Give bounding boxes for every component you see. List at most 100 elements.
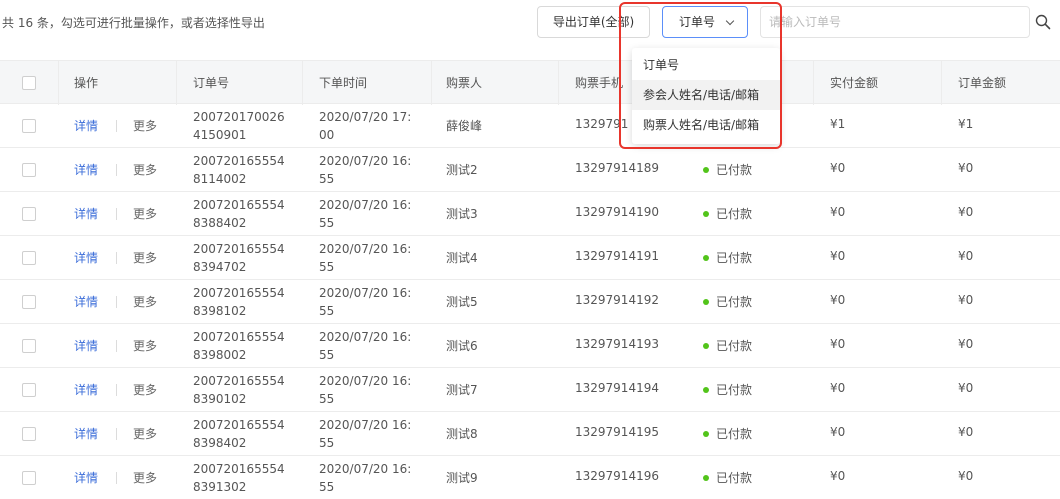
column-divider	[302, 61, 303, 105]
select-all-checkbox[interactable]	[22, 76, 36, 90]
detail-link[interactable]: 详情	[74, 117, 98, 134]
order-number: 200720165554 8390102	[193, 372, 285, 408]
dropdown-option-buyer[interactable]: 购票人姓名/电话/邮箱	[632, 110, 780, 140]
search-field-select[interactable]: 订单号	[662, 6, 748, 38]
order-time-line2: 55	[319, 172, 335, 186]
order-number: 200720165554 8398402	[193, 416, 285, 452]
more-link[interactable]: 更多	[133, 249, 157, 266]
search-field-dropdown: 订单号 参会人姓名/电话/邮箱 购票人姓名/电话/邮箱	[632, 48, 780, 144]
column-divider	[941, 61, 942, 105]
order-time: 2020/07/20 16: 55	[319, 328, 411, 364]
action-divider	[116, 208, 117, 220]
status-dot-icon	[703, 387, 709, 393]
order-time-line2: 55	[319, 304, 335, 318]
order-number-line2: 8398402	[193, 436, 247, 450]
paid-amount: ¥0	[830, 161, 846, 175]
row-checkbox[interactable]	[22, 207, 36, 221]
column-divider	[58, 61, 59, 105]
order-number-line2: 8114002	[193, 172, 247, 186]
search-icon[interactable]	[1035, 14, 1051, 30]
buyer-phone: 13297914191	[575, 249, 659, 263]
order-time-line1: 2020/07/20 16:	[319, 462, 412, 476]
order-number: 200720165554 8398002	[193, 328, 285, 364]
order-number: 200720165554 8394702	[193, 240, 285, 276]
order-amount: ¥0	[958, 425, 974, 439]
action-divider	[116, 252, 117, 264]
more-link[interactable]: 更多	[133, 117, 157, 134]
order-amount: ¥1	[958, 117, 974, 131]
detail-link[interactable]: 详情	[74, 381, 98, 398]
chevron-down-icon	[725, 16, 735, 26]
order-number-line2: 8388402	[193, 216, 247, 230]
order-amount: ¥0	[958, 249, 974, 263]
order-number-line1: 200720165554	[193, 374, 285, 388]
order-number: 200720170026 4150901	[193, 108, 285, 144]
order-amount: ¥0	[958, 381, 974, 395]
dropdown-option-attendee[interactable]: 参会人姓名/电话/邮箱	[632, 80, 780, 110]
order-number-line2: 4150901	[193, 128, 247, 142]
order-number-line1: 200720165554	[193, 154, 285, 168]
export-orders-button[interactable]: 导出订单(全部)	[537, 6, 650, 38]
order-status: 已付款	[716, 207, 753, 221]
buyer-name: 测试6	[446, 339, 478, 353]
more-link[interactable]: 更多	[133, 381, 157, 398]
table-row: 详情 更多 200720165554 8390102 2020/07/20 16: 55 测…	[0, 368, 1060, 412]
status-dot-icon	[703, 299, 709, 305]
buyer-phone: 13297914193	[575, 337, 659, 351]
detail-link[interactable]: 详情	[74, 337, 98, 354]
header-buyer-phone: 购票手机	[575, 76, 624, 90]
detail-link[interactable]: 详情	[74, 161, 98, 178]
more-link[interactable]: 更多	[133, 337, 157, 354]
order-time-line2: 55	[319, 260, 335, 274]
row-checkbox[interactable]	[22, 339, 36, 353]
row-checkbox[interactable]	[22, 427, 36, 441]
buyer-name: 测试5	[446, 295, 478, 309]
buyer-phone: 13297914195	[575, 425, 659, 439]
status-dot-icon	[703, 211, 709, 217]
more-link[interactable]: 更多	[133, 205, 157, 222]
detail-link[interactable]: 详情	[74, 469, 98, 486]
table-row: 详情 更多 200720165554 8114002 2020/07/20 16: 55 测…	[0, 148, 1060, 192]
row-checkbox[interactable]	[22, 119, 36, 133]
more-link[interactable]: 更多	[133, 161, 157, 178]
order-number-line2: 8391302	[193, 480, 247, 494]
order-number-line2: 8394702	[193, 260, 247, 274]
detail-link[interactable]: 详情	[74, 293, 98, 310]
row-checkbox[interactable]	[22, 295, 36, 309]
order-time-line2: 55	[319, 348, 335, 362]
order-time-line2: 55	[319, 216, 335, 230]
header-actions: 操作	[74, 76, 99, 90]
row-checkbox[interactable]	[22, 383, 36, 397]
search-box	[760, 6, 1060, 38]
more-link[interactable]: 更多	[133, 293, 157, 310]
more-link[interactable]: 更多	[133, 425, 157, 442]
detail-link[interactable]: 详情	[74, 249, 98, 266]
more-link[interactable]: 更多	[133, 469, 157, 486]
detail-link[interactable]: 详情	[74, 425, 98, 442]
order-number: 200720165554 8391302	[193, 460, 285, 496]
order-time-line1: 2020/07/20 16:	[319, 242, 412, 256]
order-time: 2020/07/20 16: 55	[319, 240, 411, 276]
order-status: 已付款	[716, 163, 753, 177]
order-status: 已付款	[716, 251, 753, 265]
order-number-line1: 200720165554	[193, 198, 285, 212]
action-divider	[116, 120, 117, 132]
row-checkbox[interactable]	[22, 471, 36, 485]
column-divider	[431, 61, 432, 105]
table-row: 详情 更多 200720165554 8398002 2020/07/20 16: 55 测…	[0, 324, 1060, 368]
detail-link[interactable]: 详情	[74, 205, 98, 222]
search-input[interactable]	[760, 6, 1030, 38]
row-checkbox[interactable]	[22, 163, 36, 177]
header-order-time: 下单时间	[319, 76, 368, 90]
order-number-line1: 200720165554	[193, 242, 285, 256]
dropdown-option-order-no[interactable]: 订单号	[632, 50, 780, 80]
paid-amount: ¥0	[830, 205, 846, 219]
order-status: 已付款	[716, 427, 753, 441]
action-divider	[116, 428, 117, 440]
order-time-line2: 00	[319, 128, 335, 142]
order-number-line2: 8398102	[193, 304, 247, 318]
header-paid-amount: 实付金额	[830, 76, 879, 90]
status-dot-icon	[703, 343, 709, 349]
buyer-phone: 13297914194	[575, 381, 659, 395]
row-checkbox[interactable]	[22, 251, 36, 265]
